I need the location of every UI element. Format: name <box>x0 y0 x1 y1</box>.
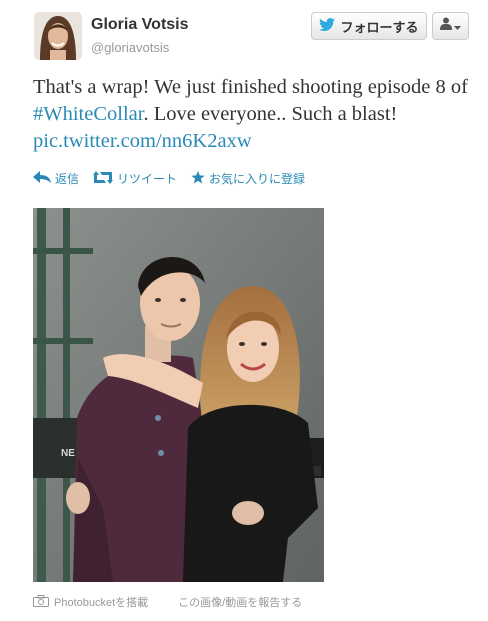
tweet-text-part: . Love everyone.. Such a blast! <box>143 103 398 125</box>
user-name[interactable]: Gloria Votsis <box>91 16 189 34</box>
report-label: この画像/動画を報告する <box>178 597 303 609</box>
photo-text: NE <box>61 448 75 459</box>
pic-link[interactable]: pic.twitter.com/nn6K2axw <box>33 130 252 152</box>
tweet-text-part: That's a wrap! We just finished shooting… <box>33 76 468 98</box>
person-icon <box>440 17 452 35</box>
reply-icon <box>33 171 51 186</box>
report-media-link[interactable]: この画像/動画を報告する <box>178 594 302 610</box>
favorite-label: お気に入りに登録 <box>209 172 306 186</box>
tweet-photo[interactable]: NE <box>33 208 324 582</box>
media-footer: Photobucketを搭載 この画像/動画を報告する <box>33 594 302 610</box>
tweet-text: That's a wrap! We just finished shooting… <box>33 74 478 155</box>
camera-icon <box>33 594 49 610</box>
user-actions-button[interactable] <box>432 12 469 40</box>
tweet-actions: 返信 リツイート お気に入りに登録 <box>33 170 305 187</box>
reply-action[interactable]: 返信 <box>33 170 79 187</box>
twitter-bird-icon <box>319 18 336 34</box>
follow-button[interactable]: フォローする <box>311 12 427 40</box>
star-icon <box>191 170 205 187</box>
photobucket-label: Photobucketを搭載 <box>54 597 149 609</box>
user-handle[interactable]: @gloriavotsis <box>91 40 169 55</box>
avatar[interactable] <box>34 12 82 60</box>
hashtag-link[interactable]: #WhiteCollar <box>33 103 143 125</box>
retweet-label: リツイート <box>117 172 178 186</box>
caret-down-icon <box>454 17 461 35</box>
retweet-action[interactable]: リツイート <box>93 170 177 187</box>
favorite-action[interactable]: お気に入りに登録 <box>191 170 305 187</box>
reply-label: 返信 <box>55 172 80 186</box>
follow-label: フォローする <box>340 19 419 35</box>
photobucket-credit[interactable]: Photobucketを搭載 <box>33 594 148 610</box>
retweet-icon <box>93 170 114 187</box>
